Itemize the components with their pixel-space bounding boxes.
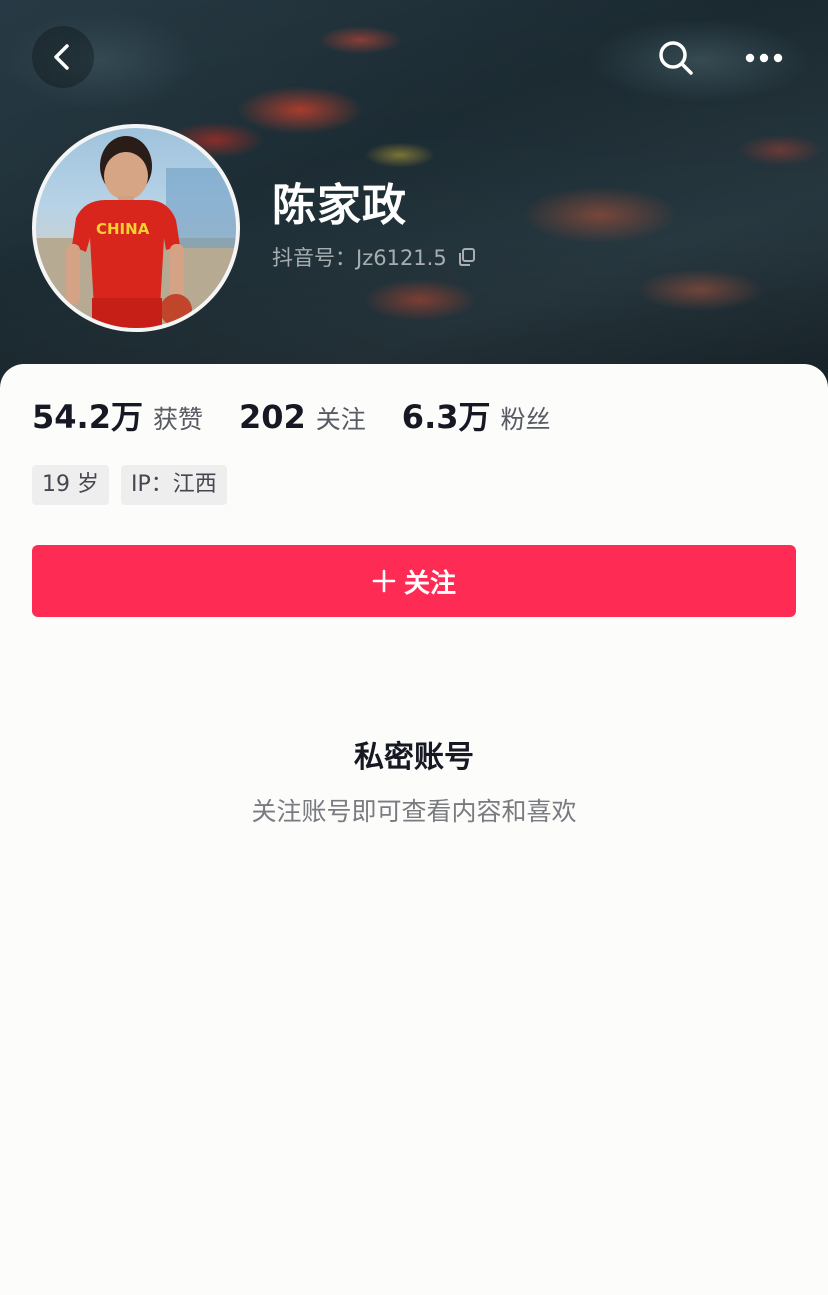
username: 陈家政 bbox=[272, 180, 407, 231]
follow-button[interactable]: 关注 bbox=[32, 545, 796, 617]
more-horizontal-icon bbox=[745, 53, 783, 63]
back-button[interactable] bbox=[32, 26, 94, 88]
search-button[interactable] bbox=[654, 36, 698, 80]
account-id: 抖音号：Jz6121.5 bbox=[272, 246, 447, 270]
ip-location-tag: IP：江西 bbox=[121, 465, 227, 505]
stat-following[interactable]: 202 关注 bbox=[239, 398, 366, 436]
profile-card: 54.2万 获赞 202 关注 6.3万 粉丝 19 岁 IP：江西 关注 私密… bbox=[0, 364, 828, 1295]
stat-value: 6.3万 bbox=[401, 398, 491, 436]
stats-row: 54.2万 获赞 202 关注 6.3万 粉丝 bbox=[32, 392, 587, 436]
stat-followers[interactable]: 6.3万 粉丝 bbox=[402, 392, 551, 438]
private-account-subtitle: 关注账号即可查看内容和喜欢 bbox=[251, 797, 577, 826]
chevron-left-icon bbox=[54, 44, 69, 70]
account-id-row[interactable]: 抖音号：Jz6121.5 bbox=[272, 240, 477, 274]
stat-label: 获赞 bbox=[152, 405, 203, 434]
stat-value: 54.2万 bbox=[32, 398, 143, 436]
top-bar bbox=[0, 0, 828, 115]
avatar-jersey-text: CHINA bbox=[96, 220, 150, 238]
stat-value: 202 bbox=[238, 398, 306, 436]
age-tag: 19 岁 bbox=[32, 465, 109, 505]
private-account-title: 私密账号 bbox=[354, 740, 474, 775]
stat-likes[interactable]: 54.2万 获赞 bbox=[32, 392, 203, 438]
profile-page: CHINA 陈家政 抖音号：Jz6121.5 54.2万 获赞 202 关注 6… bbox=[0, 0, 828, 1295]
profile-tags: 19 岁 IP：江西 bbox=[32, 465, 239, 505]
copy-icon[interactable] bbox=[457, 247, 477, 267]
avatar[interactable]: CHINA bbox=[32, 124, 240, 332]
search-icon bbox=[659, 41, 693, 75]
stat-label: 粉丝 bbox=[500, 405, 551, 434]
plus-icon bbox=[372, 569, 396, 593]
follow-button-label: 关注 bbox=[403, 568, 456, 599]
more-button[interactable] bbox=[740, 36, 788, 80]
stat-label: 关注 bbox=[315, 405, 366, 434]
